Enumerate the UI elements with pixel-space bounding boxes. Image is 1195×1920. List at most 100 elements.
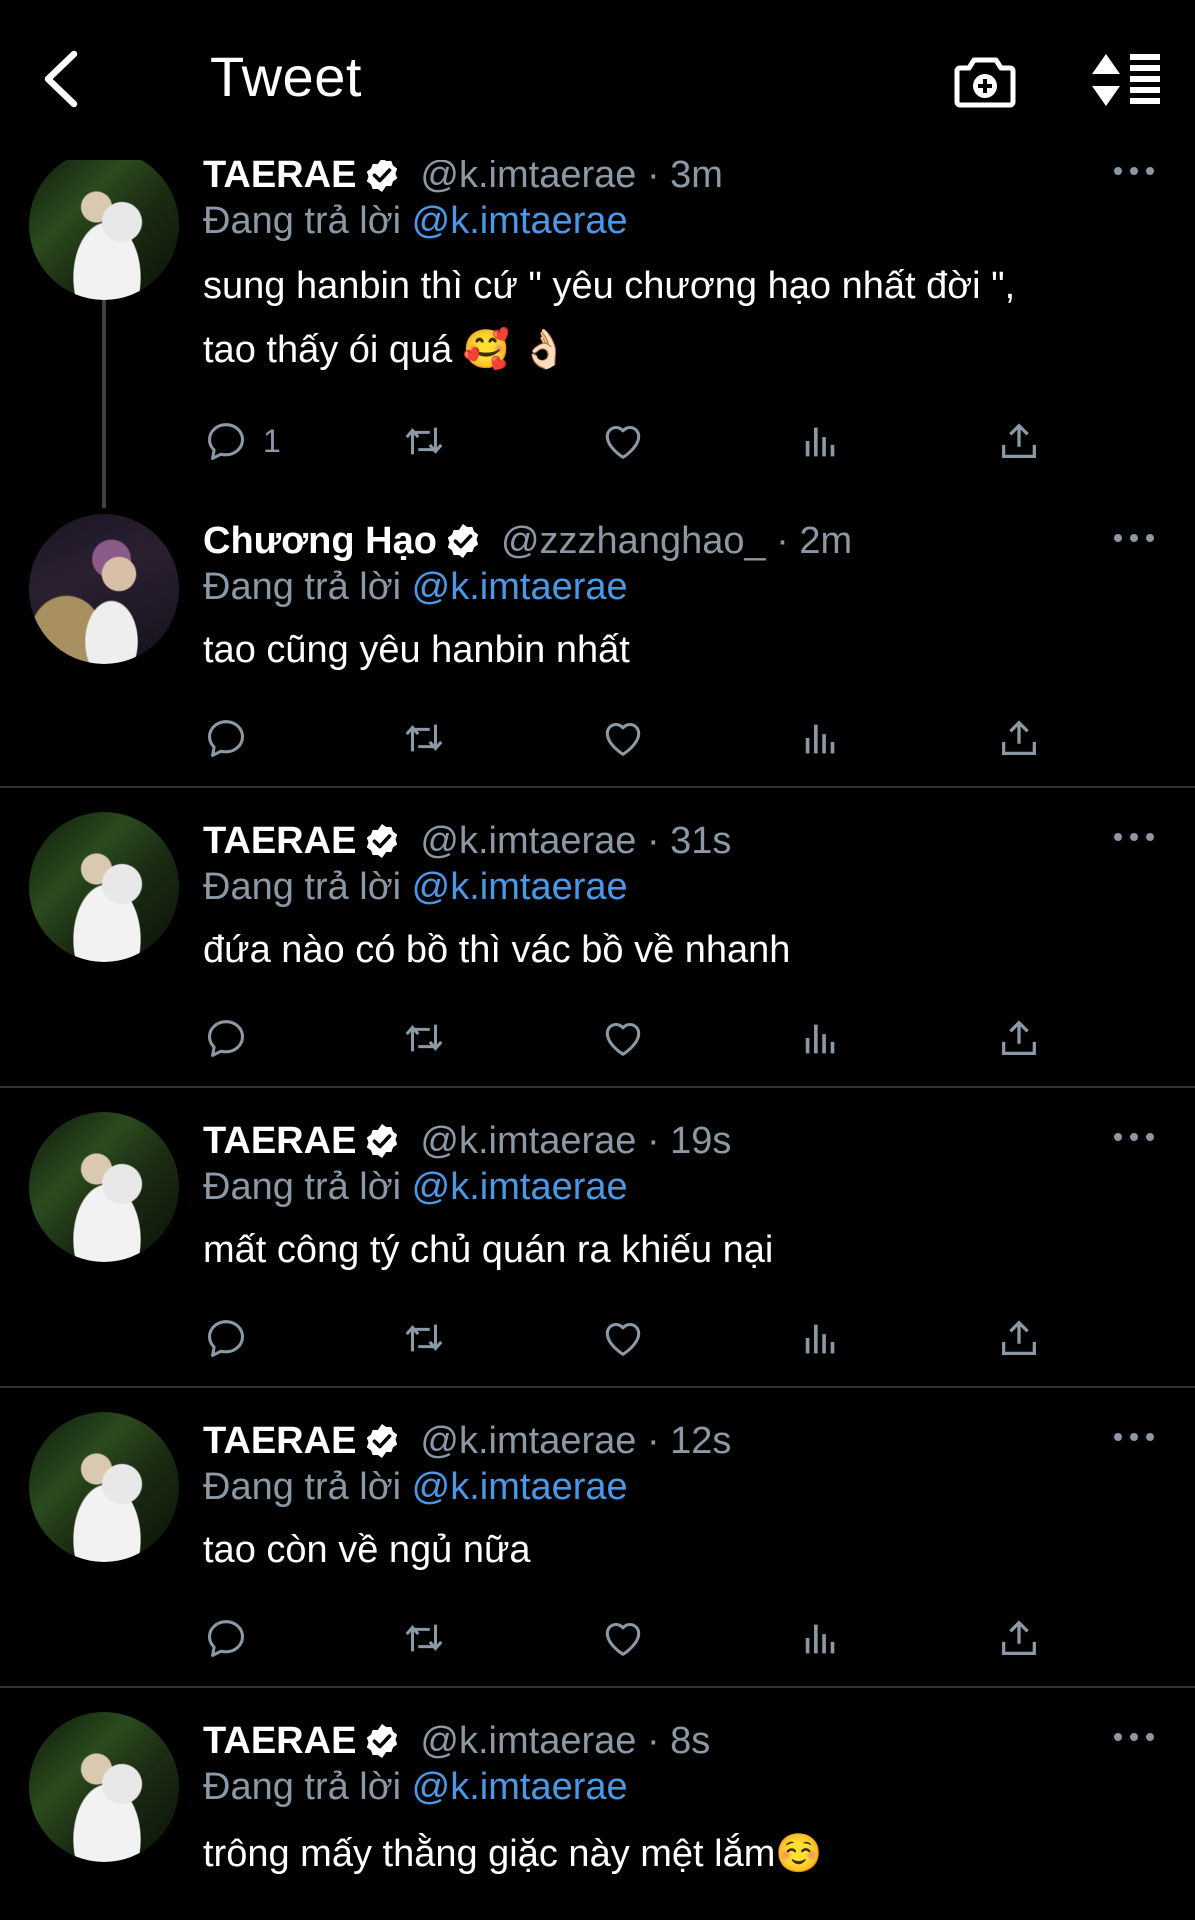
display-name[interactable]: TAERAE (203, 1120, 356, 1163)
reply-icon (203, 418, 249, 464)
display-name[interactable]: Chương Hạo (203, 520, 437, 563)
tweet[interactable]: TAERAE @k.imtaerae · 3m Đang trả lời @k.… (0, 150, 1195, 500)
mention-link[interactable]: @k.imtaerae (412, 1166, 628, 1208)
reply-button[interactable] (203, 1313, 249, 1363)
tweet-text: mất công tý chủ quán ra khiếu nại (203, 1218, 1123, 1282)
mention-link[interactable]: @k.imtaerae (412, 1466, 628, 1508)
share-button[interactable] (996, 1313, 1042, 1363)
more-options-icon[interactable] (1112, 1730, 1156, 1744)
display-name[interactable]: TAERAE (203, 1420, 356, 1463)
share-button[interactable] (996, 1613, 1042, 1663)
tweet-header: TAERAE @k.imtaerae · 8s (203, 1716, 710, 1766)
handle-and-time: @k.imtaerae · 19s (420, 1119, 732, 1162)
tweet-text: đứa nào có bồ thì vác bồ về nhanh (203, 918, 1123, 982)
retweet-button[interactable] (401, 1313, 447, 1363)
verified-badge-icon (362, 155, 402, 195)
analytics-button[interactable] (798, 416, 844, 466)
share-icon (996, 1015, 1042, 1061)
more-options-icon[interactable] (1112, 164, 1156, 178)
reply-button[interactable] (203, 713, 249, 763)
avatar[interactable] (29, 1712, 179, 1862)
sort-list-icon (1092, 54, 1160, 106)
replying-to-label: Đang trả lời (203, 1766, 402, 1808)
tweet-actions: 1 (203, 416, 1123, 466)
tweet[interactable]: TAERAE @k.imtaerae · 8s Đang trả lời @k.… (0, 1688, 1195, 1920)
share-button[interactable] (996, 416, 1042, 466)
retweet-icon (401, 418, 447, 464)
more-options-icon[interactable] (1112, 1130, 1156, 1144)
avatar[interactable] (29, 1112, 179, 1262)
stats-icon (798, 1615, 844, 1661)
retweet-button[interactable] (401, 416, 447, 466)
tweet-actions (203, 713, 1123, 763)
sort-button[interactable] (1090, 52, 1162, 108)
analytics-button[interactable] (798, 1613, 844, 1663)
display-name[interactable]: TAERAE (203, 1720, 356, 1763)
stats-icon (798, 1315, 844, 1361)
stats-icon (798, 418, 844, 464)
mention-link[interactable]: @k.imtaerae (412, 566, 628, 608)
like-button[interactable] (600, 1613, 646, 1663)
retweet-button[interactable] (401, 1613, 447, 1663)
retweet-button[interactable] (401, 713, 447, 763)
mention-link[interactable]: @k.imtaerae (412, 200, 628, 242)
share-button[interactable] (996, 713, 1042, 763)
mention-link[interactable]: @k.imtaerae (412, 1766, 628, 1808)
tweet-text-line: tao cũng yêu hanbin nhất (203, 629, 630, 671)
share-icon (996, 715, 1042, 761)
stats-icon (798, 715, 844, 761)
tweet[interactable]: TAERAE @k.imtaerae · 12s Đang trả lời @k… (0, 1388, 1195, 1688)
replying-to: Đang trả lời @k.imtaerae (203, 1166, 628, 1209)
analytics-button[interactable] (798, 713, 844, 763)
more-options-icon[interactable] (1112, 531, 1156, 545)
handle-and-time: @zzzhanghao_ · 2m (500, 519, 853, 562)
tweet[interactable]: TAERAE @k.imtaerae · 31s Đang trả lời @k… (0, 788, 1195, 1088)
reply-button[interactable] (203, 1013, 249, 1063)
retweet-button[interactable] (401, 1013, 447, 1063)
like-button[interactable] (600, 1313, 646, 1363)
analytics-button[interactable] (798, 1013, 844, 1063)
reply-icon (203, 1615, 249, 1661)
verified-badge-icon (362, 1721, 402, 1761)
like-button[interactable] (600, 416, 646, 466)
replying-to-label: Đang trả lời (203, 566, 402, 608)
heart-icon (600, 715, 646, 761)
more-options-icon[interactable] (1112, 830, 1156, 844)
heart-icon (600, 1015, 646, 1061)
reply-button[interactable] (203, 1613, 249, 1663)
replying-to-label: Đang trả lời (203, 1466, 402, 1508)
heart-icon (600, 1315, 646, 1361)
tweet-text-line: trông mấy thằng giặc này mệt lắm☺️ (203, 1833, 823, 1875)
stats-icon (798, 1015, 844, 1061)
analytics-button[interactable] (798, 1313, 844, 1363)
tweet-actions (203, 1613, 1123, 1663)
page-title: Tweet (210, 45, 362, 108)
avatar[interactable] (29, 514, 179, 664)
tweet-actions (203, 1013, 1123, 1063)
avatar[interactable] (29, 1412, 179, 1562)
more-options-icon[interactable] (1112, 1430, 1156, 1444)
reply-icon (203, 715, 249, 761)
back-button[interactable] (38, 48, 88, 110)
tweet[interactable]: TAERAE @k.imtaerae · 19s Đang trả lời @k… (0, 1088, 1195, 1388)
avatar[interactable] (29, 150, 179, 300)
replying-to: Đang trả lời @k.imtaerae (203, 866, 628, 909)
reply-button[interactable]: 1 (203, 416, 281, 466)
handle-and-time: @k.imtaerae · 31s (420, 819, 732, 862)
tweet[interactable]: Chương Hạo @zzzhanghao_ · 2m Đang trả lờ… (0, 510, 1195, 788)
tweet-header: TAERAE @k.imtaerae · 31s (203, 816, 731, 866)
retweet-icon (401, 1615, 447, 1661)
replying-to: Đang trả lời @k.imtaerae (203, 566, 628, 609)
share-button[interactable] (996, 1013, 1042, 1063)
like-button[interactable] (600, 1013, 646, 1063)
replying-to: Đang trả lời @k.imtaerae (203, 1466, 628, 1509)
tweet-header: Chương Hạo @zzzhanghao_ · 2m (203, 516, 852, 566)
like-button[interactable] (600, 713, 646, 763)
tweet-text-line: tao thấy ói quá 🥰 👌🏻 (203, 329, 569, 371)
display-name[interactable]: TAERAE (203, 820, 356, 863)
tweet-text-line: sung hanbin thì cứ " yêu chương hạo nhất… (203, 265, 1016, 307)
camera-button[interactable] (954, 50, 1016, 110)
tweet-text: sung hanbin thì cứ " yêu chương hạo nhất… (203, 254, 1123, 382)
mention-link[interactable]: @k.imtaerae (412, 866, 628, 908)
avatar[interactable] (29, 812, 179, 962)
